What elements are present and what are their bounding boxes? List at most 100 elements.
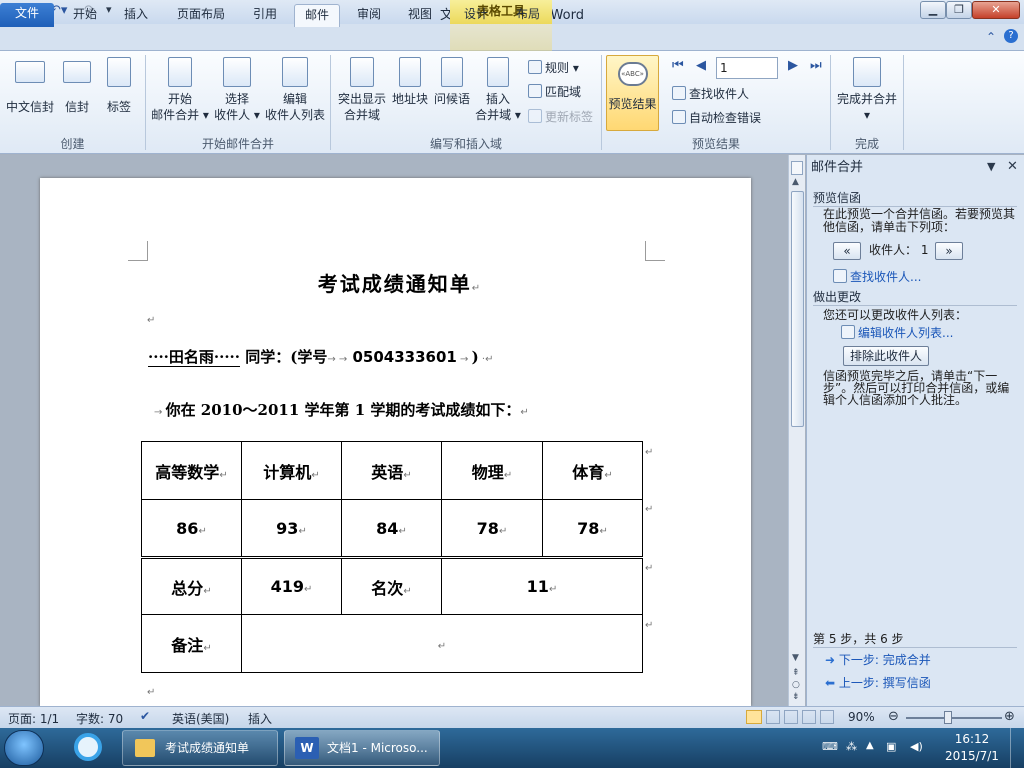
clock-time[interactable]: 16:12 [940,732,1004,746]
language-indicator[interactable]: 英语(美国) [172,710,229,727]
tab-view[interactable]: 视图 [398,4,442,27]
table-cell[interactable]: 86↵ [141,499,242,558]
tab-mailings[interactable]: 邮件 [294,4,340,27]
next-step-link[interactable]: ➜ 下一步: 完成合并 [825,651,931,668]
table-cell[interactable]: 84↵ [341,499,442,558]
web-layout-icon[interactable] [784,710,798,724]
preview-results-button[interactable]: «ABC» 预览结果 [606,55,659,131]
pane-close-icon[interactable]: ✕ [1007,159,1018,174]
help-icon[interactable]: ? [1004,29,1018,43]
select-recipients-button[interactable]: 选择 收件人 ▾ [212,57,262,123]
scroll-thumb[interactable] [791,191,804,427]
edit-recipient-list-button[interactable]: 编辑 收件人列表 [264,57,326,123]
next-record-icon[interactable]: ▶ [788,58,798,73]
envelope-button[interactable]: 信封 [60,57,94,115]
ie-taskbar-button[interactable] [60,730,116,766]
table-cell[interactable]: 计算机↵ [241,441,342,500]
ime-icon[interactable]: ⁂ [846,740,857,753]
browse-object-icon[interactable]: ○ [792,680,800,690]
edit-recipient-list-link[interactable]: 编辑收件人列表... [841,324,953,341]
insert-mode[interactable]: 插入 [248,710,272,727]
check-errors-icon [672,110,686,124]
network-icon[interactable]: ▣ [886,740,896,753]
next-recipient-button[interactable]: » [935,242,963,260]
table-cell[interactable]: 备注↵ [141,614,242,673]
previous-record-icon[interactable]: ◀ [696,58,706,73]
tab-layout[interactable]: 布局 [508,4,548,27]
exclude-recipient-button[interactable]: 排除此收件人 [843,346,929,366]
taskbar-folder-item[interactable]: 考试成绩通知单 [122,730,278,766]
previous-step-link[interactable]: ⬅ 上一步: 撰写信函 [825,674,931,691]
table-cell[interactable]: 名次↵ [341,557,442,615]
tab-references[interactable]: 引用 [244,4,286,27]
show-hidden-icons[interactable]: ▲ [866,740,874,751]
ribbon-minimize-icon[interactable]: ⌃ [986,30,996,44]
find-recipient-button[interactable]: 查找收件人 [672,85,749,103]
previous-page-icon[interactable]: ⇞ [792,668,800,678]
vertical-scrollbar[interactable]: ▲ ▼ ⇞ ○ ⇟ [788,155,805,706]
tab-file[interactable]: 文件 [0,3,54,27]
insert-merge-field-button[interactable]: 插入 合并域 ▾ [474,57,522,123]
table-cell[interactable]: 高等数学↵ [141,441,242,500]
rules-button[interactable]: 规则 ▾ [528,59,579,77]
highlight-merge-fields-button[interactable]: 突出显示 合并域 [336,57,388,123]
last-record-icon[interactable]: ⏭ [810,58,822,73]
maximize-button[interactable]: ❐ [946,1,972,19]
record-number-input[interactable]: 1 [716,57,778,79]
keyboard-icon[interactable]: ⌨ [822,740,838,753]
full-screen-reading-icon[interactable] [766,710,780,724]
table-cell[interactable]: 78↵ [542,499,643,558]
start-mail-merge-button[interactable]: 开始 邮件合并 ▾ [150,57,210,123]
tab-page-layout[interactable]: 页面布局 [170,4,232,27]
close-button[interactable]: ✕ [972,1,1020,19]
zoom-slider[interactable] [906,717,1002,719]
scroll-down-icon[interactable]: ▼ [792,653,799,663]
auto-check-errors-button[interactable]: 自动检查错误 [672,109,761,127]
next-page-icon[interactable]: ⇟ [792,692,800,702]
first-record-icon[interactable]: ⏮ [672,58,684,73]
tab-design[interactable]: 设计 [456,4,496,27]
finish-merge-button[interactable]: 完成并合并 ▾ [834,57,900,123]
table-cell[interactable]: 英语↵ [341,441,442,500]
print-layout-icon[interactable] [746,710,762,724]
table-cell[interactable]: 93↵ [241,499,342,558]
previous-recipient-button[interactable]: « [833,242,861,260]
table-cell[interactable]: 体育↵ [542,441,643,500]
table-cell[interactable]: 419↵ [241,557,342,615]
labels-button[interactable]: 标签 [102,57,136,115]
minimize-button[interactable]: ▁ [920,1,946,19]
zoom-level[interactable]: 90% [848,710,875,724]
zoom-slider-thumb[interactable] [944,711,952,724]
proofing-icon[interactable]: ✔ [140,709,150,723]
find-recipient-link[interactable]: 查找收件人... [833,268,921,285]
finish-merge-icon [853,57,881,87]
table-cell[interactable]: 总分↵ [141,557,242,615]
ruler-toggle-icon[interactable] [791,161,803,175]
draft-icon[interactable] [820,710,834,724]
update-labels-button[interactable]: 更新标签 [528,108,593,126]
outline-icon[interactable] [802,710,816,724]
table-cell[interactable]: 78↵ [441,499,543,558]
start-button[interactable] [4,730,44,766]
pane-menu-icon[interactable]: ▼ [987,160,995,173]
table-cell[interactable]: 物理↵ [441,441,543,500]
scroll-up-icon[interactable]: ▲ [792,177,799,187]
taskbar-word-item[interactable]: W 文档1 - Microso... [284,730,440,766]
greeting-line-button[interactable]: 问候语 [432,57,472,107]
chinese-envelope-button[interactable]: 中文信封 [4,57,56,115]
tab-home[interactable]: 开始 [62,4,108,27]
volume-icon[interactable]: ◀) [910,740,923,753]
show-desktop-button[interactable] [1010,728,1024,768]
page-count[interactable]: 页面: 1/1 [8,710,59,727]
address-block-button[interactable]: 地址块 [390,57,430,107]
table-cell[interactable]: ↵ [241,614,643,673]
tab-insert[interactable]: 插入 [114,4,158,27]
crop-mark [645,241,665,261]
word-count[interactable]: 字数: 70 [76,710,123,727]
zoom-in-icon[interactable]: ⊕ [1004,710,1015,723]
match-fields-button[interactable]: 匹配域 [528,83,581,101]
tab-review[interactable]: 审阅 [348,4,390,27]
zoom-out-icon[interactable]: ⊖ [888,710,899,723]
clock-date[interactable]: 2015/7/1 [940,749,1004,763]
table-cell[interactable]: 11↵ [441,557,643,615]
